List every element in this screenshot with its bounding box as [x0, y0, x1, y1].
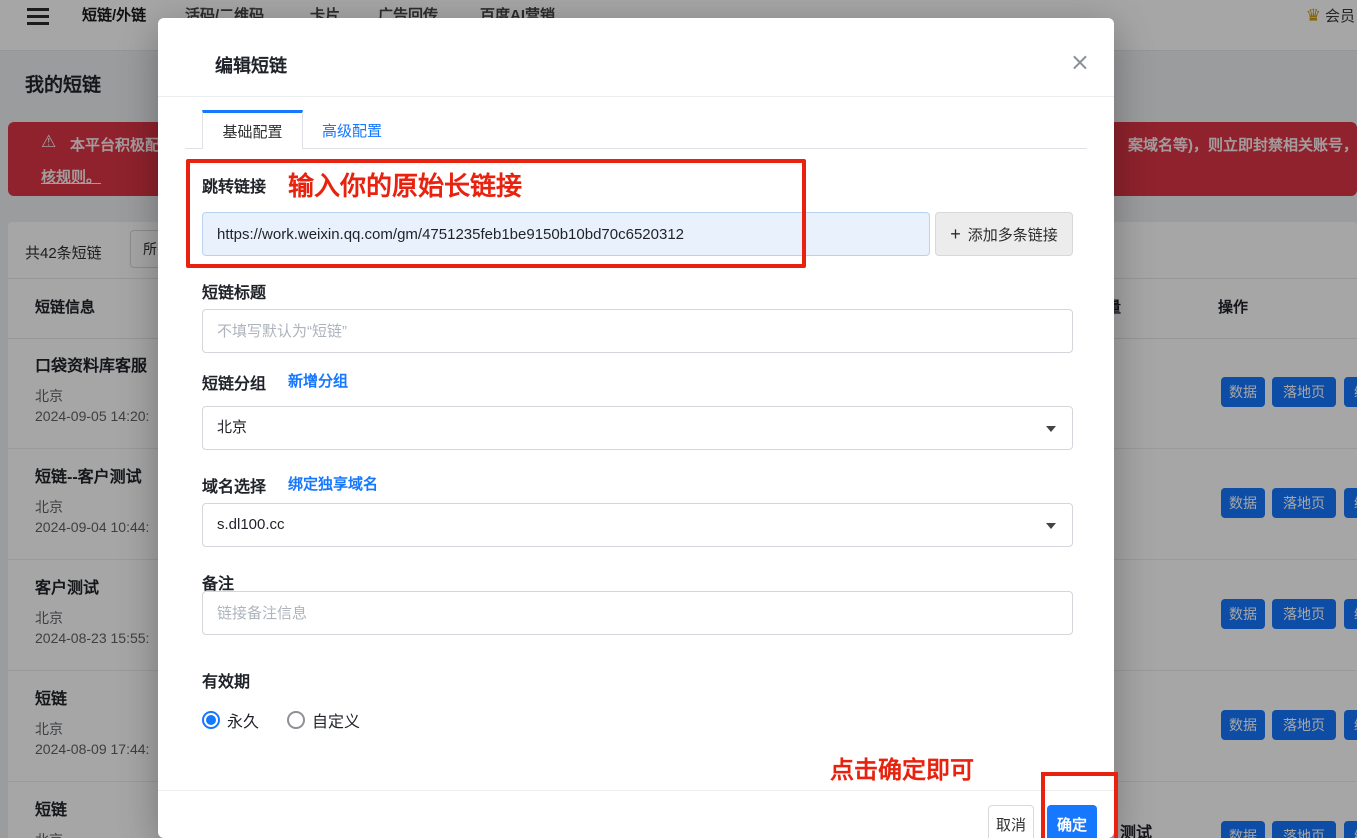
- cancel-button[interactable]: 取消: [988, 805, 1034, 838]
- short-title-label: 短链标题: [202, 279, 266, 303]
- add-button-label: 添加多条链接: [968, 224, 1058, 245]
- close-icon[interactable]: ×: [1070, 50, 1090, 74]
- remark-input[interactable]: [202, 591, 1073, 635]
- add-multiple-links-button[interactable]: + 添加多条链接: [935, 212, 1073, 256]
- bind-domain-link[interactable]: 绑定独享域名: [288, 473, 378, 494]
- modal-title: 编辑短链: [215, 52, 287, 78]
- group-select-value: 北京: [217, 419, 247, 436]
- plus-icon: +: [950, 224, 961, 245]
- radio-selected-icon: [202, 711, 220, 729]
- validity-label: 有效期: [202, 668, 250, 692]
- jump-link-input[interactable]: [202, 212, 930, 256]
- divider: [158, 96, 1114, 97]
- add-group-link[interactable]: 新增分组: [288, 370, 348, 391]
- radio-unselected-icon: [287, 711, 305, 729]
- group-label: 短链分组: [202, 370, 266, 394]
- validity-options: 永久 自定义: [202, 708, 360, 732]
- chevron-down-icon: [1046, 426, 1056, 432]
- chevron-down-icon: [1046, 523, 1056, 529]
- short-title-input[interactable]: [202, 309, 1073, 353]
- tab-advanced-config[interactable]: 高级配置: [322, 120, 382, 141]
- domain-select[interactable]: s.dl100.cc: [202, 503, 1073, 547]
- domain-select-value: s.dl100.cc: [217, 516, 285, 533]
- divider: [185, 148, 1087, 149]
- jump-link-label: 跳转链接: [202, 173, 266, 197]
- radio-custom[interactable]: 自定义: [287, 708, 360, 732]
- domain-label: 域名选择: [202, 473, 266, 497]
- edit-shortlink-modal: 编辑短链 × 基础配置 高级配置 跳转链接 +添加多条链接 短链标题 短链分组 …: [158, 18, 1114, 838]
- radio-custom-label: 自定义: [312, 708, 360, 732]
- confirm-button[interactable]: 确定: [1047, 805, 1097, 838]
- radio-permanent[interactable]: 永久: [202, 708, 259, 732]
- app-screen: 短链/外链 活码/二维码 卡片 广告回传 百度AI营销 ♛会员 我的短链 ⚠ 本…: [0, 0, 1357, 838]
- radio-permanent-label: 永久: [227, 708, 259, 732]
- divider: [158, 790, 1114, 791]
- tab-basic-config[interactable]: 基础配置: [202, 110, 303, 149]
- group-select[interactable]: 北京: [202, 406, 1073, 450]
